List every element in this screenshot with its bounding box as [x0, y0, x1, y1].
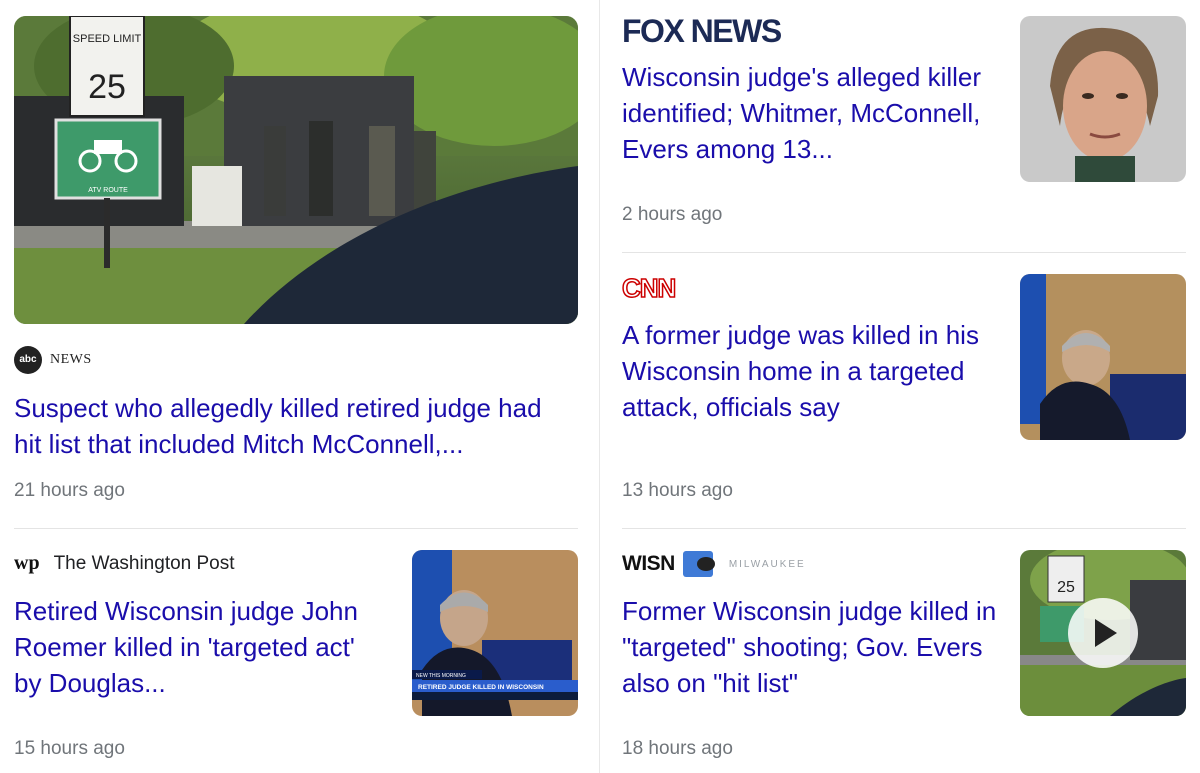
source-fox-news[interactable]: FOX NEWS [622, 13, 782, 49]
divider [622, 528, 1186, 529]
story-headline[interactable]: Wisconsin judge's alleged killer identif… [622, 59, 1002, 167]
source-name: NEWS [50, 352, 92, 367]
source-abc[interactable]: abc NEWS [14, 346, 92, 374]
source-name: The Washington Post [53, 552, 235, 574]
sign-speed-number: 25 [1057, 579, 1075, 596]
source-wisn[interactable]: WISN MILWAUKEE [622, 551, 806, 577]
story-headline[interactable]: A former judge was killed in his Wiscons… [622, 317, 1002, 425]
story-card-abc[interactable]: SPEED LIMIT 25 ATV ROUTE abc NEWS Suspec… [14, 16, 580, 506]
story-hero-image[interactable]: SPEED LIMIT 25 ATV ROUTE [14, 16, 578, 324]
wp-logo-icon: wp [14, 552, 40, 574]
story-time: 18 hours ago [622, 738, 733, 759]
sign-speed-limit: SPEED LIMIT [73, 33, 142, 45]
story-headline[interactable]: Retired Wisconsin judge John Roemer kill… [14, 593, 384, 701]
abc-logo-icon: abc [14, 346, 42, 374]
wisn-12-icon [682, 551, 715, 577]
story-thumbnail[interactable] [1020, 16, 1186, 182]
source-washington-post[interactable]: wp The Washington Post [14, 552, 235, 575]
play-button[interactable] [1068, 598, 1138, 668]
news-banner-headline: RETIRED JUDGE KILLED IN WISCONSIN [418, 684, 544, 691]
story-card-fox-news[interactable]: FOX NEWS Wisconsin judge's alleged kille… [622, 14, 1188, 234]
story-time: 15 hours ago [14, 738, 125, 759]
wisn-logo: WISN [622, 552, 675, 575]
story-thumbnail[interactable] [1020, 274, 1186, 440]
column-divider [599, 0, 600, 773]
news-banner-tag: NEW THIS MORNING [416, 673, 466, 679]
source-subtitle: MILWAUKEE [728, 558, 806, 570]
divider [14, 528, 578, 529]
story-time: 21 hours ago [14, 480, 125, 501]
story-video-thumbnail[interactable]: 25 [1020, 550, 1186, 716]
story-time: 2 hours ago [622, 204, 723, 225]
sign-speed-number: 25 [88, 68, 126, 106]
story-time: 13 hours ago [622, 480, 733, 501]
story-card-washington-post[interactable]: wp The Washington Post Retired Wisconsin… [14, 548, 580, 768]
sign-atv-route: ATV ROUTE [88, 187, 128, 194]
story-headline[interactable]: Former Wisconsin judge killed in "target… [622, 593, 1002, 701]
story-card-wisn[interactable]: WISN MILWAUKEE Former Wisconsin judge ki… [622, 548, 1188, 768]
cnn-logo: CNN [621, 273, 677, 303]
fox-news-logo: FOX NEWS [622, 13, 782, 49]
source-cnn[interactable]: CNN [621, 273, 677, 303]
story-card-cnn[interactable]: CNN A former judge was killed in his Wis… [621, 272, 1188, 508]
play-icon [1095, 619, 1117, 647]
story-headline[interactable]: Suspect who allegedly killed retired jud… [14, 390, 570, 462]
story-thumbnail[interactable]: RETIRED JUDGE KILLED IN WISCONSIN NEW TH… [412, 550, 578, 716]
divider [622, 252, 1186, 253]
